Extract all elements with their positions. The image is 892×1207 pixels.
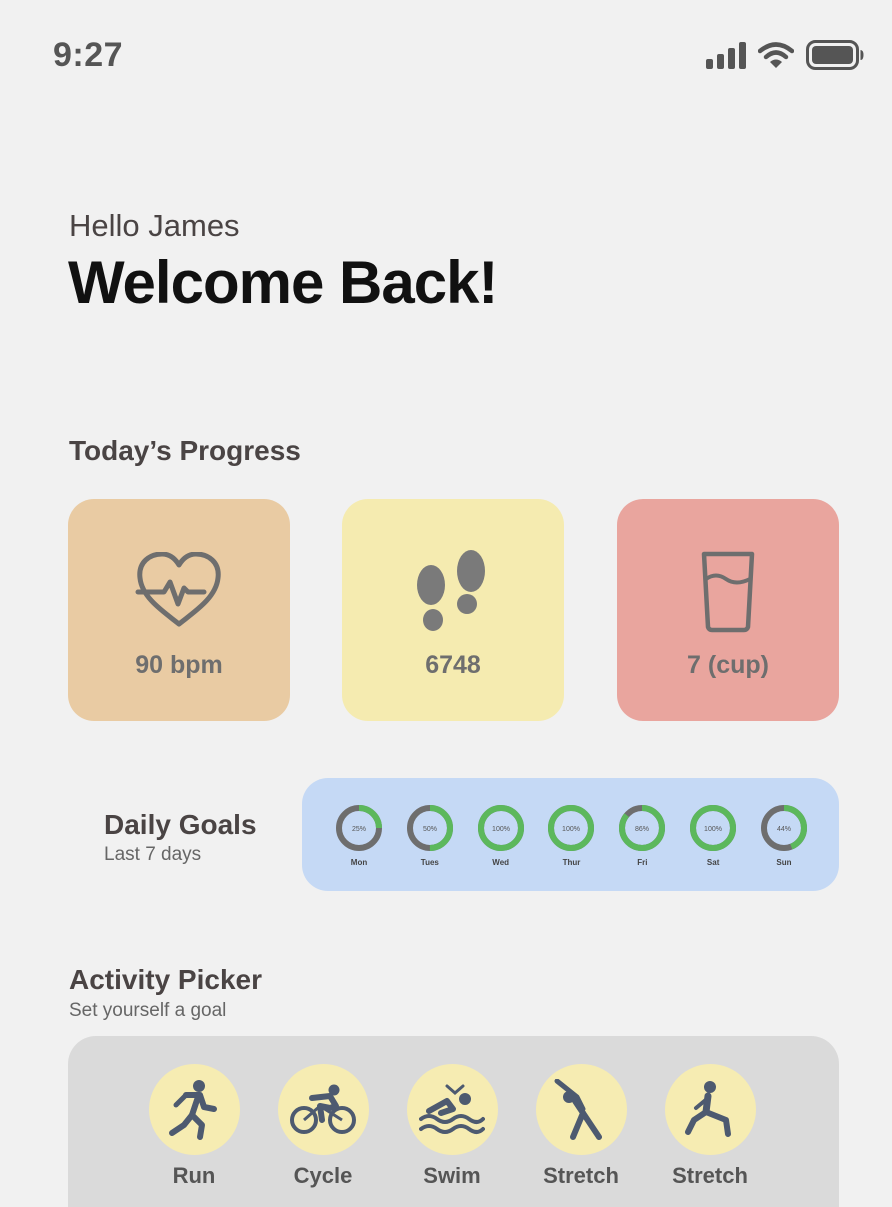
activity-picker-card: Run Cycle Swim Stretch Stretch <box>68 1036 839 1207</box>
steps-value: 6748 <box>425 651 481 679</box>
water-glass-icon <box>698 547 758 637</box>
cycling-icon <box>277 1064 369 1155</box>
status-time: 9:27 <box>53 36 124 74</box>
cellular-signal-icon <box>706 41 746 69</box>
goal-percent-label: 100% <box>492 826 510 833</box>
progress-ring: 100% <box>477 805 524 851</box>
steps-tile[interactable]: 6748 <box>342 499 564 721</box>
activity-run[interactable]: Run <box>148 1064 240 1189</box>
daily-goals-title: Daily Goals <box>104 809 257 840</box>
activity-picker-subtitle: Set yourself a goal <box>69 1000 227 1021</box>
swimming-icon <box>406 1064 498 1155</box>
activity-label: Run <box>172 1163 216 1188</box>
activity-label: Cycle <box>293 1163 353 1188</box>
activity-cycle[interactable]: Cycle <box>277 1064 369 1189</box>
water-value: 7 (cup) <box>687 651 769 679</box>
goal-ring-thur[interactable]: 100% Thur <box>546 804 596 891</box>
progress-ring: 25% <box>336 805 382 851</box>
progress-ring: 50% <box>406 805 453 851</box>
progress-ring: 44% <box>760 805 807 851</box>
goal-day-label: Thur <box>562 858 581 867</box>
page-title: Welcome Back! <box>68 249 498 316</box>
goal-percent-label: 100% <box>563 826 581 833</box>
goal-percent-label: 44% <box>777 826 791 833</box>
goal-day-label: Mon <box>350 858 368 867</box>
activity-label: Stretch <box>543 1163 619 1188</box>
goal-ring-sun[interactable]: 44% Sun <box>759 804 809 891</box>
progress-section-title: Today’s Progress <box>69 435 301 466</box>
goal-day-label: Sat <box>706 858 720 867</box>
activity-stretch-lunge[interactable]: Stretch <box>664 1064 756 1189</box>
status-bar: 9:27 <box>0 0 892 110</box>
goal-day-label: Tues <box>420 858 439 867</box>
goal-ring-fri[interactable]: 86% Fri <box>617 804 667 891</box>
goal-percent-label: 50% <box>423 826 437 833</box>
goal-day-label: Wed <box>492 858 510 867</box>
goal-day-label: Fri <box>637 858 648 867</box>
goal-percent-label: 25% <box>352 826 366 833</box>
activity-stretch-side[interactable]: Stretch <box>535 1064 627 1189</box>
goal-ring-tues[interactable]: 50% Tues <box>405 804 455 891</box>
activity-label: Stretch <box>672 1163 748 1188</box>
wifi-icon <box>758 42 794 68</box>
status-icons <box>706 40 864 70</box>
heart-rate-tile[interactable]: 90 bpm <box>68 499 290 721</box>
goal-percent-label: 86% <box>635 826 649 833</box>
goal-ring-mon[interactable]: 25% Mon <box>334 804 384 891</box>
progress-ring: 100% <box>548 805 595 851</box>
side-stretch-icon <box>535 1064 627 1155</box>
goal-percent-label: 100% <box>704 826 722 833</box>
goal-ring-sat[interactable]: 100% Sat <box>688 804 738 891</box>
progress-ring: 86% <box>619 805 666 851</box>
footsteps-icon <box>413 547 493 637</box>
goal-ring-wed[interactable]: 100% Wed <box>476 804 526 891</box>
goal-day-label: Sun <box>776 858 792 867</box>
running-icon <box>148 1064 240 1155</box>
heart-rate-icon <box>134 547 224 637</box>
daily-goals-subtitle: Last 7 days <box>104 844 202 865</box>
activity-swim[interactable]: Swim <box>406 1064 498 1189</box>
activity-picker-title: Activity Picker <box>69 964 262 995</box>
greeting-text: Hello James <box>69 208 240 243</box>
battery-icon <box>806 40 864 70</box>
lunge-stretch-icon <box>664 1064 756 1155</box>
daily-goals-card: 25% Mon 50% Tues 100% Wed 100% Thur 86% <box>302 778 839 891</box>
activity-label: Swim <box>423 1163 481 1188</box>
progress-ring: 100% <box>690 805 737 851</box>
water-tile[interactable]: 7 (cup) <box>617 499 839 721</box>
heart-rate-value: 90 bpm <box>135 651 223 679</box>
